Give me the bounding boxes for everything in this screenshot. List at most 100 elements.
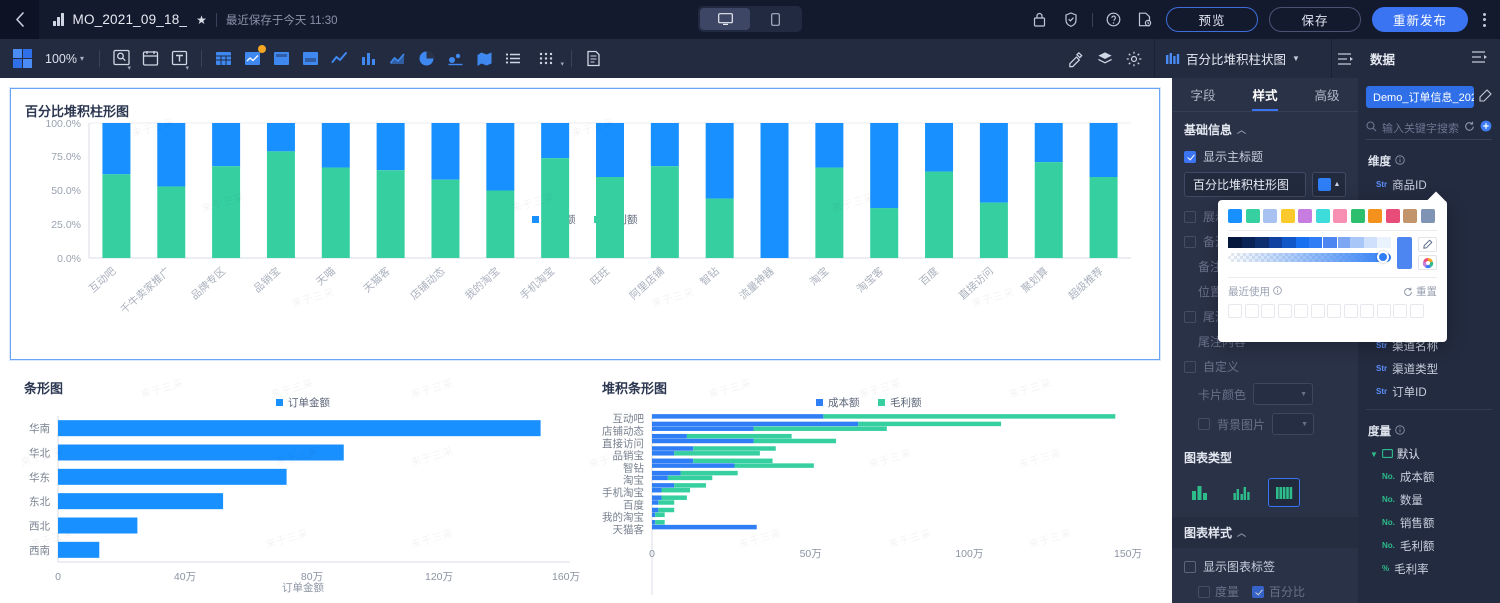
save-button[interactable]: 保存 (1269, 7, 1361, 32)
measure-folder-row[interactable]: ▼ 默认 (1358, 443, 1500, 465)
show-chart-label-row[interactable]: 显示图表标签 (1172, 548, 1358, 579)
shade-swatch[interactable] (1323, 237, 1337, 248)
table-icon[interactable] (209, 44, 238, 73)
color-picker-popover[interactable]: 最近使用 重置 (1218, 200, 1447, 342)
recent-color-swatch[interactable] (1327, 304, 1341, 318)
dashboard-logo-icon[interactable] (8, 44, 37, 73)
title-color-button[interactable]: ▲ (1312, 172, 1346, 197)
shade-swatch[interactable] (1282, 237, 1296, 248)
chart-type-grouped-column[interactable] (1226, 478, 1258, 507)
alpha-slider-knob[interactable] (1377, 251, 1389, 263)
show-main-title-checkbox[interactable] (1184, 151, 1196, 163)
query-component-icon[interactable]: ▾ (107, 44, 136, 73)
tab-fields[interactable]: 字段 (1172, 78, 1234, 111)
card-color-select[interactable]: ▼ (1253, 383, 1313, 405)
recent-color-swatch[interactable] (1393, 304, 1407, 318)
shade-swatch[interactable] (1296, 237, 1310, 248)
document-history-icon[interactable] (1135, 10, 1155, 30)
bar-chart-icon[interactable] (354, 44, 383, 73)
measure-checkbox[interactable] (1198, 586, 1210, 598)
chart-card-horizontal-bar[interactable]: 条形图 订单金额 华南华北华东东北西北西南 040万80万120万160万 订单… (10, 370, 580, 595)
calendar-component-icon[interactable] (136, 44, 165, 73)
recent-color-swatch[interactable] (1410, 304, 1424, 318)
list-icon[interactable] (499, 44, 528, 73)
field-search-row[interactable]: 输入关键字搜索 (1366, 116, 1492, 140)
chart-selector-header[interactable]: 百分比堆积柱状图 ▼ (1154, 39, 1332, 78)
collapse-settings-panel-button[interactable] (1332, 44, 1358, 73)
shade-swatch[interactable] (1337, 237, 1351, 248)
custom-checkbox[interactable] (1184, 361, 1196, 373)
line-chart-icon[interactable] (325, 44, 354, 73)
refresh-icon[interactable] (1464, 121, 1475, 135)
main-title-input[interactable]: 百分比堆积柱形图 (1184, 172, 1306, 197)
percent-checkbox[interactable] (1252, 586, 1264, 598)
dimension-field[interactable]: Str渠道类型 (1358, 357, 1500, 380)
combo-chart-icon[interactable] (238, 44, 267, 73)
device-mobile-button[interactable] (750, 8, 800, 30)
background-image-checkbox[interactable] (1198, 418, 1210, 430)
text-component-icon[interactable]: ▾ (165, 44, 194, 73)
info-icon[interactable] (1395, 425, 1405, 438)
indicator-card-icon[interactable] (296, 44, 325, 73)
palette-swatch[interactable] (1403, 209, 1417, 223)
recent-color-swatch[interactable] (1278, 304, 1292, 318)
section-chart-style[interactable]: 图表样式 ︿ (1172, 517, 1358, 548)
measure-field[interactable]: %毛利率 (1358, 557, 1500, 580)
palette-swatch[interactable] (1316, 209, 1330, 223)
question-circle-icon[interactable] (1104, 10, 1124, 30)
lock-icon[interactable] (1030, 10, 1050, 30)
recent-color-swatch[interactable] (1360, 304, 1374, 318)
republish-button[interactable]: 重新发布 (1372, 7, 1468, 32)
section-basic-info[interactable]: 基础信息 ︿ (1172, 112, 1358, 144)
more-charts-icon[interactable]: ▾ (528, 44, 564, 73)
shade-swatch[interactable] (1255, 237, 1269, 248)
theme-icon[interactable] (1061, 44, 1090, 73)
palette-swatch[interactable] (1333, 209, 1347, 223)
recent-color-swatch[interactable] (1261, 304, 1275, 318)
zoom-level-selector[interactable]: 100% ▾ (37, 52, 92, 66)
show-chart-label-checkbox[interactable] (1184, 561, 1196, 573)
plus-circle-icon[interactable] (1480, 120, 1492, 135)
shade-strip[interactable] (1228, 237, 1391, 248)
recent-color-swatch[interactable] (1245, 304, 1259, 318)
reset-colors-button[interactable]: 重置 (1403, 284, 1437, 299)
recent-color-swatch[interactable] (1344, 304, 1358, 318)
card-icon[interactable] (267, 44, 296, 73)
back-button[interactable] (0, 0, 39, 39)
recent-color-swatch[interactable] (1377, 304, 1391, 318)
map-chart-icon[interactable] (470, 44, 499, 73)
palette-swatch[interactable] (1386, 209, 1400, 223)
alpha-slider[interactable] (1228, 253, 1391, 262)
device-preview-switch[interactable] (698, 6, 802, 32)
palette-swatch[interactable] (1368, 209, 1382, 223)
pie-chart-icon[interactable] (412, 44, 441, 73)
show-title-icon-checkbox[interactable] (1184, 211, 1196, 223)
shade-swatch[interactable] (1350, 237, 1364, 248)
background-image-select[interactable]: ▼ (1272, 413, 1314, 435)
dataset-chip[interactable]: Demo_订单信息_202... (1366, 86, 1474, 108)
edit-icon[interactable] (1479, 89, 1492, 105)
device-desktop-button[interactable] (700, 8, 750, 30)
palette-swatch[interactable] (1228, 209, 1242, 223)
tab-style[interactable]: 样式 (1234, 78, 1296, 111)
chart-type-percent-stacked-column[interactable] (1268, 478, 1300, 507)
tab-advanced[interactable]: 高级 (1296, 78, 1358, 111)
collapse-data-panel-button[interactable] (1471, 50, 1488, 67)
chart-type-stacked-column[interactable] (1184, 478, 1216, 507)
favorite-star-icon[interactable]: ★ (196, 13, 207, 27)
layers-icon[interactable] (1090, 44, 1119, 73)
tail-note-checkbox[interactable] (1184, 311, 1196, 323)
palette-swatch[interactable] (1263, 209, 1277, 223)
palette-swatch[interactable] (1298, 209, 1312, 223)
shade-swatch[interactable] (1242, 237, 1256, 248)
shade-swatch[interactable] (1269, 237, 1283, 248)
print-icon[interactable] (579, 44, 608, 73)
settings-gear-icon[interactable] (1119, 44, 1148, 73)
info-icon[interactable] (1395, 155, 1405, 168)
palette-swatch[interactable] (1281, 209, 1295, 223)
kebab-menu-icon[interactable] (1479, 13, 1490, 27)
shade-swatch[interactable] (1228, 237, 1242, 248)
eyedropper-icon[interactable] (1418, 237, 1437, 252)
shade-swatch[interactable] (1377, 237, 1391, 248)
shade-swatch[interactable] (1364, 237, 1378, 248)
